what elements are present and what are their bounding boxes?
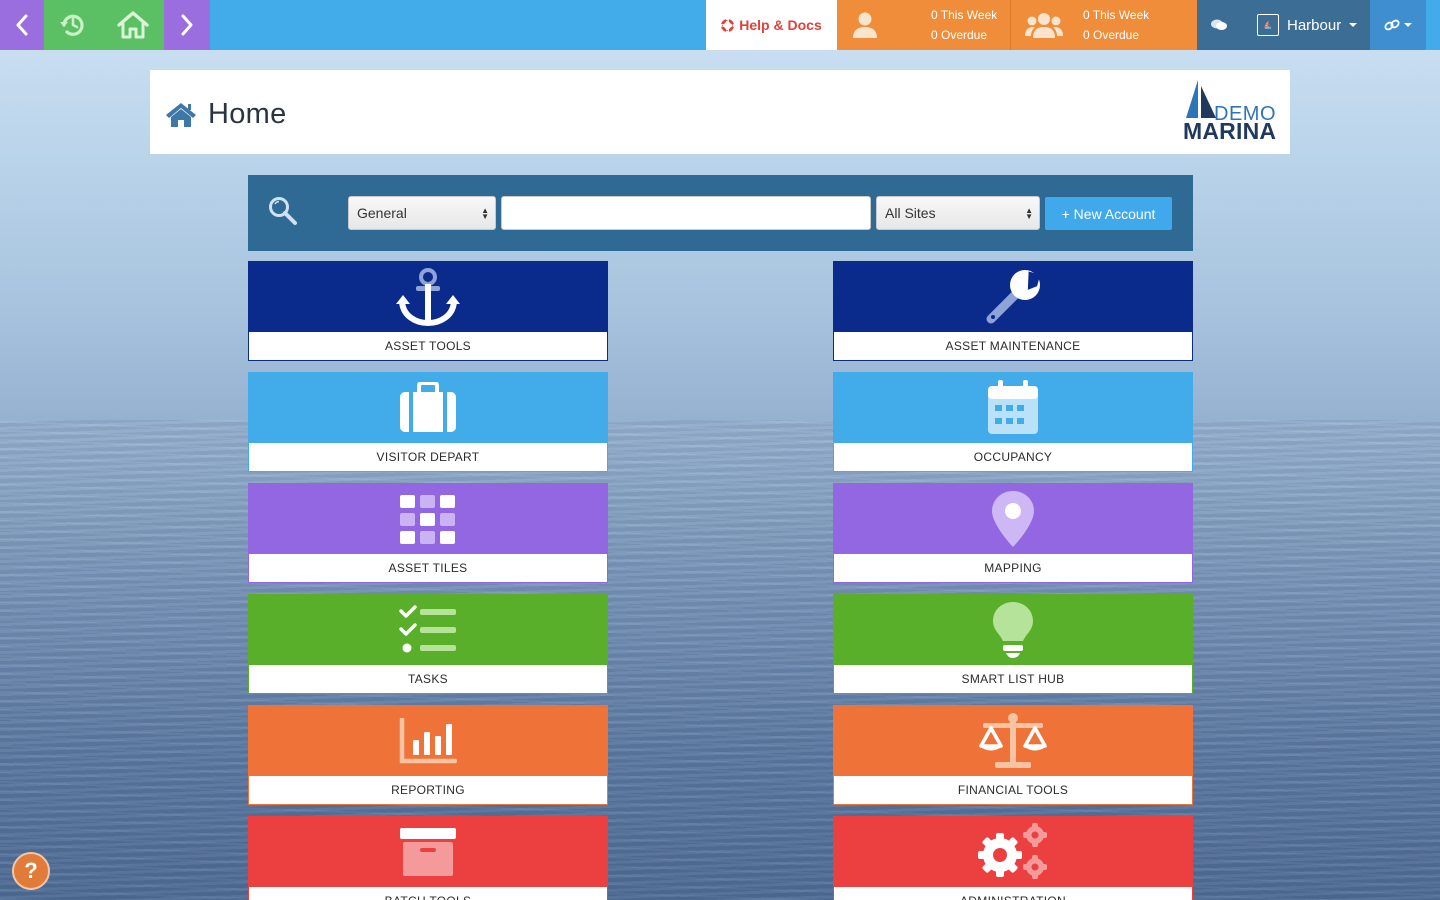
- tile-reporting[interactable]: REPORTING: [248, 705, 608, 805]
- sail-logo-icon: [1186, 80, 1216, 118]
- page-title: Home: [208, 98, 287, 130]
- tile-asset-maintenance[interactable]: ASSET MAINTENANCE: [833, 261, 1193, 361]
- links-menu-button[interactable]: [1370, 0, 1426, 50]
- tile-band: [249, 595, 607, 665]
- search-panel: General ▲ ▼ All Sites ▲ ▼ + New Account: [248, 175, 1193, 251]
- tile-financial-tools[interactable]: FINANCIAL TOOLS: [833, 705, 1193, 805]
- search-input[interactable]: [501, 196, 871, 230]
- chat-bubbles-icon: [1211, 19, 1227, 30]
- site-name: Harbour: [1287, 16, 1342, 34]
- tile-asset-tiles[interactable]: ASSET TILES: [248, 483, 608, 583]
- tile-occupancy[interactable]: OCCUPANCY: [833, 372, 1193, 472]
- suitcase-icon: [400, 382, 456, 432]
- select-arrows-icon: ▲ ▼: [1025, 206, 1033, 221]
- users-group-icon: [1025, 13, 1063, 38]
- tile-band: [249, 262, 607, 332]
- my-tasks-overdue: 0 Overdue: [931, 28, 988, 42]
- tile-band: [834, 706, 1192, 776]
- background-water: [0, 420, 1440, 900]
- tile-label: ASSET TILES: [388, 561, 468, 575]
- calendar-icon: [988, 380, 1038, 434]
- chevron-left-icon: [16, 14, 28, 36]
- site-logo-icon: ⛵: [1257, 14, 1279, 36]
- search-type-value: General: [357, 205, 407, 221]
- tile-band: [834, 262, 1192, 332]
- lifebuoy-icon: [721, 18, 735, 32]
- tile-label: OCCUPANCY: [973, 450, 1053, 464]
- history-icon: [59, 14, 84, 36]
- tile-band: [834, 484, 1192, 554]
- caret-down-icon: [1404, 23, 1412, 27]
- tile-band: [249, 817, 607, 887]
- tile-band: [834, 817, 1192, 887]
- team-tasks-summary[interactable]: 0 This Week 0 Overdue: [1011, 0, 1197, 50]
- sites-select[interactable]: All Sites ▲ ▼: [876, 196, 1040, 230]
- tile-band: [834, 373, 1192, 443]
- tile-label: BATCH TOOLS: [249, 887, 607, 900]
- help-docs-button[interactable]: Help & Docs: [706, 0, 837, 50]
- caret-down-icon: [1349, 23, 1358, 27]
- back-button[interactable]: [0, 0, 44, 50]
- brand-logo: DEMO MARINA: [1182, 80, 1277, 144]
- tile-band: [249, 706, 607, 776]
- my-tasks-summary[interactable]: 0 This Week 0 Overdue: [837, 0, 1011, 50]
- archive-box-icon: [400, 828, 456, 876]
- home-icon: [116, 11, 149, 39]
- wrench-icon: [986, 270, 1041, 324]
- tile-label: ADMINISTRATION: [834, 887, 1192, 900]
- tile-label: TASKS: [408, 672, 448, 686]
- tile-batch-tools[interactable]: BATCH TOOLS: [248, 816, 608, 900]
- tile-label: MAPPING: [984, 561, 1042, 575]
- tile-label: ASSET MAINTENANCE: [945, 339, 1081, 353]
- team-tasks-this-week: 0 This Week: [1083, 8, 1150, 22]
- top-bar: Help & Docs 0 This Week 0 Overdue 0 This…: [0, 0, 1440, 50]
- sites-select-value: All Sites: [885, 205, 936, 221]
- chevron-right-icon: [181, 14, 193, 36]
- tile-label: FINANCIAL TOOLS: [957, 783, 1069, 797]
- brand-marina-text: MARINA: [1183, 118, 1277, 144]
- tile-administration[interactable]: ADMINISTRATION: [833, 816, 1193, 900]
- tile-band: [249, 373, 607, 443]
- chat-button[interactable]: [1197, 0, 1241, 50]
- bar-chart-icon: [399, 718, 457, 764]
- tile-label: ASSET TOOLS: [384, 339, 471, 353]
- home-button[interactable]: [101, 0, 164, 50]
- cogs-icon: [978, 823, 1047, 879]
- link-icon: [1384, 19, 1400, 31]
- my-tasks-this-week: 0 This Week: [931, 8, 998, 22]
- tile-tasks[interactable]: TASKS: [248, 594, 608, 694]
- select-arrows-icon: ▲ ▼: [481, 206, 489, 221]
- scales-icon: [979, 713, 1047, 768]
- home-icon: [166, 103, 196, 127]
- tile-label: SMART LIST HUB: [961, 672, 1065, 686]
- tile-mapping[interactable]: MAPPING: [833, 483, 1193, 583]
- tile-asset-tools[interactable]: ASSET TOOLS: [248, 261, 608, 361]
- site-selector[interactable]: ⛵ Harbour: [1241, 0, 1370, 50]
- tile-label: VISITOR DEPART: [376, 450, 480, 464]
- team-tasks-overdue: 0 Overdue: [1083, 28, 1140, 42]
- search-type-select[interactable]: General ▲ ▼: [348, 196, 496, 230]
- tile-band: [249, 484, 607, 554]
- tile-band: [834, 595, 1192, 665]
- history-button[interactable]: [44, 0, 101, 50]
- user-icon: [853, 12, 877, 38]
- new-account-label: + New Account: [1061, 205, 1156, 222]
- map-pin-icon: [992, 491, 1034, 547]
- checklist-icon: [399, 605, 456, 653]
- help-chat-button[interactable]: ?: [12, 852, 50, 890]
- page-header: Home DEMO MARINA: [150, 70, 1290, 154]
- new-account-button[interactable]: + New Account: [1045, 197, 1172, 230]
- search-icon: [269, 197, 297, 225]
- tile-label: REPORTING: [391, 783, 465, 797]
- anchor-icon: [396, 268, 460, 326]
- tile-visitor-depart[interactable]: VISITOR DEPART: [248, 372, 608, 472]
- question-mark-icon: ?: [24, 858, 38, 883]
- grid-icon: [400, 495, 455, 544]
- forward-button[interactable]: [164, 0, 210, 50]
- lightbulb-icon: [993, 602, 1033, 658]
- tile-smart-list-hub[interactable]: SMART LIST HUB: [833, 594, 1193, 694]
- help-docs-label: Help & Docs: [739, 17, 822, 33]
